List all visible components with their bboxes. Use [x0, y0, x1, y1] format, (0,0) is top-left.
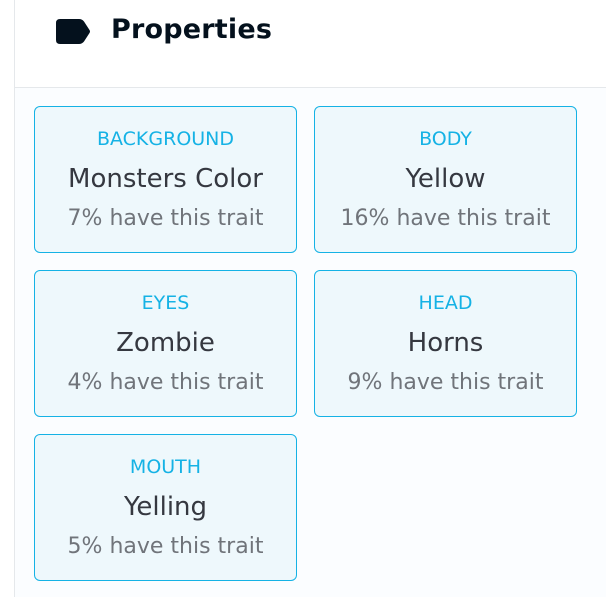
trait-value: Zombie — [116, 328, 215, 358]
trait-card-body[interactable]: BODY Yellow 16% have this trait — [314, 106, 577, 253]
trait-value: Horns — [407, 328, 484, 358]
properties-panel: Properties BACKGROUND Monsters Color 7% … — [14, 0, 606, 597]
traits-grid: BACKGROUND Monsters Color 7% have this t… — [15, 88, 606, 597]
trait-card-head[interactable]: HEAD Horns 9% have this trait — [314, 270, 577, 417]
trait-rarity: 7% have this trait — [67, 206, 264, 231]
trait-card-background[interactable]: BACKGROUND Monsters Color 7% have this t… — [34, 106, 297, 253]
trait-rarity: 5% have this trait — [67, 534, 264, 559]
trait-rarity: 4% have this trait — [67, 370, 264, 395]
trait-type: BODY — [419, 128, 472, 150]
trait-rarity: 9% have this trait — [347, 370, 544, 395]
trait-rarity: 16% have this trait — [340, 206, 551, 231]
trait-type: EYES — [141, 292, 190, 314]
trait-value: Monsters Color — [68, 164, 263, 194]
properties-header[interactable]: Properties — [15, 0, 606, 88]
trait-type: MOUTH — [129, 456, 202, 478]
trait-value: Yelling — [123, 492, 208, 522]
label-tag-icon — [56, 19, 90, 44]
trait-type: HEAD — [418, 292, 473, 314]
properties-title: Properties — [111, 14, 273, 45]
trait-card-mouth[interactable]: MOUTH Yelling 5% have this trait — [34, 434, 297, 581]
trait-type: BACKGROUND — [96, 128, 235, 150]
trait-value: Yellow — [405, 164, 486, 194]
trait-card-eyes[interactable]: EYES Zombie 4% have this trait — [34, 270, 297, 417]
